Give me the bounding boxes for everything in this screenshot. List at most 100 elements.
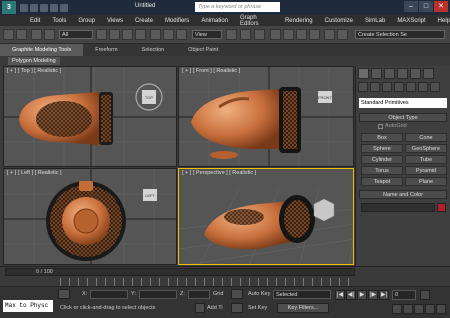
z-coordinate-field[interactable] xyxy=(188,290,210,299)
torus-button[interactable]: Torus xyxy=(361,166,403,175)
new-file-icon[interactable] xyxy=(20,3,28,12)
select-manipulate-icon[interactable] xyxy=(240,29,251,40)
viewcube-left-label[interactable]: LEFT xyxy=(145,193,155,198)
zoom-all-icon[interactable] xyxy=(403,304,413,314)
lights-icon[interactable] xyxy=(382,82,392,92)
search-input[interactable]: Type a keyword or phrase xyxy=(195,2,280,12)
tab-selection[interactable]: Selection xyxy=(130,47,177,53)
set-key-button[interactable]: Set Key xyxy=(248,305,267,311)
align-icon[interactable] xyxy=(337,29,348,40)
teapot-button[interactable]: Teapot xyxy=(361,177,403,186)
rotate-icon[interactable] xyxy=(163,29,174,40)
menu-simlab[interactable]: SimLab xyxy=(365,18,385,24)
helpers-icon[interactable] xyxy=(406,82,416,92)
autogrid-checkbox-box[interactable] xyxy=(378,123,383,129)
prev-frame-icon[interactable]: ◀| xyxy=(346,290,356,300)
box-button[interactable]: Box xyxy=(361,133,403,142)
viewport-left-label[interactable]: [ + ] [ Left ] [ Realistic ] xyxy=(7,170,62,176)
open-file-icon[interactable] xyxy=(30,3,38,12)
menu-rendering[interactable]: Rendering xyxy=(285,18,313,24)
track-bar[interactable] xyxy=(60,278,350,286)
zoom-extents-icon[interactable] xyxy=(414,304,424,314)
primitive-type-dropdown[interactable]: Standard Primitives xyxy=(359,98,447,108)
close-icon[interactable]: ✕ xyxy=(434,1,448,12)
cone-button[interactable]: Cone xyxy=(405,133,447,142)
shapes-icon[interactable] xyxy=(370,82,380,92)
window-crossing-icon[interactable] xyxy=(135,29,146,40)
utilities-tab-icon[interactable] xyxy=(423,68,434,79)
select-by-name-icon[interactable] xyxy=(109,29,120,40)
plane-button[interactable]: Plane xyxy=(405,177,447,186)
create-tab-icon[interactable] xyxy=(358,68,369,79)
goto-start-icon[interactable]: |◀ xyxy=(335,290,345,300)
snaps-toggle-icon[interactable] xyxy=(270,29,281,40)
maximize-viewport-icon[interactable] xyxy=(436,304,446,314)
pyramid-button[interactable]: Pyramid xyxy=(405,166,447,175)
maximize-icon[interactable]: □ xyxy=(419,1,433,12)
viewport-perspective[interactable]: [ + ] [ Perspective ] [ Realistic ] xyxy=(178,168,354,265)
current-frame-field[interactable]: 0 xyxy=(392,290,416,300)
time-slider[interactable]: 0 / 100 xyxy=(5,268,355,276)
rectangle-selection-icon[interactable] xyxy=(122,29,133,40)
selection-filter-dropdown[interactable]: All xyxy=(59,30,93,39)
select-object-icon[interactable] xyxy=(96,29,107,40)
autogrid-checkbox[interactable]: AutoGrid xyxy=(378,123,407,129)
viewport-front[interactable]: [ + ] [ Front ] [ Realistic ] FRONT xyxy=(178,66,354,167)
auto-key-button[interactable]: Auto Key xyxy=(248,291,270,297)
unlink-icon[interactable] xyxy=(44,29,55,40)
viewport-front-label[interactable]: [ + ] [ Front ] [ Realistic ] xyxy=(182,68,240,74)
modify-tab-icon[interactable] xyxy=(371,68,382,79)
object-name-field[interactable] xyxy=(361,203,435,212)
keyboard-shortcut-icon[interactable] xyxy=(254,29,265,40)
menu-tools[interactable]: Tools xyxy=(52,18,66,24)
display-tab-icon[interactable] xyxy=(410,68,421,79)
menu-create[interactable]: Create xyxy=(135,18,153,24)
geometry-icon[interactable] xyxy=(358,82,368,92)
next-frame-icon[interactable]: |▶ xyxy=(368,290,378,300)
key-filters-button[interactable]: Key Filters... xyxy=(277,303,329,313)
cylinder-button[interactable]: Cylinder xyxy=(361,155,403,164)
pivot-center-icon[interactable] xyxy=(226,29,237,40)
menu-edit[interactable]: Edit xyxy=(30,18,40,24)
add-time-tag-label[interactable]: Add Ti xyxy=(207,305,223,311)
object-color-swatch[interactable] xyxy=(437,203,446,212)
y-coordinate-field[interactable] xyxy=(139,290,177,299)
spinner-snap-icon[interactable] xyxy=(309,29,320,40)
hierarchy-tab-icon[interactable] xyxy=(384,68,395,79)
set-key-icon[interactable] xyxy=(231,303,243,313)
move-icon[interactable] xyxy=(150,29,161,40)
viewcube-front-label[interactable]: FRONT xyxy=(318,95,332,100)
menu-modifiers[interactable]: Modifiers xyxy=(165,18,189,24)
cameras-icon[interactable] xyxy=(394,82,404,92)
menu-graph-editors[interactable]: Graph Editors xyxy=(240,15,273,27)
redo-icon[interactable] xyxy=(60,3,68,12)
save-file-icon[interactable] xyxy=(40,3,48,12)
add-time-tag-icon[interactable] xyxy=(195,303,205,313)
viewport-top-label[interactable]: [ + ] [ Top ] [ Realistic ] xyxy=(7,68,61,74)
redo-icon[interactable] xyxy=(16,29,27,40)
time-config-icon[interactable] xyxy=(420,290,430,300)
undo-icon[interactable] xyxy=(3,29,14,40)
systems-icon[interactable] xyxy=(430,82,440,92)
app-logo-icon[interactable]: 3 xyxy=(2,1,16,14)
tab-object-paint[interactable]: Object Paint xyxy=(176,47,230,53)
key-mode-icon[interactable] xyxy=(231,289,243,299)
menu-maxscript[interactable]: MAXScript xyxy=(397,18,425,24)
viewport-top[interactable]: [ + ] [ Top ] [ Realistic ] TOP xyxy=(3,66,177,167)
minimize-icon[interactable]: – xyxy=(404,1,418,12)
space-warps-icon[interactable] xyxy=(418,82,428,92)
motion-tab-icon[interactable] xyxy=(397,68,408,79)
menu-group[interactable]: Group xyxy=(78,18,95,24)
undo-icon[interactable] xyxy=(50,3,58,12)
maxscript-listener[interactable]: Max to Physc xyxy=(3,300,53,312)
lock-selection-icon[interactable] xyxy=(58,289,70,299)
menu-views[interactable]: Views xyxy=(107,18,123,24)
object-type-rollout[interactable]: Object Type xyxy=(359,113,447,122)
reference-coordinate-dropdown[interactable]: View xyxy=(192,30,222,39)
goto-end-icon[interactable]: ▶| xyxy=(379,290,389,300)
name-and-color-rollout[interactable]: Name and Color xyxy=(359,190,447,199)
tab-graphite-modeling-tools[interactable]: Graphite Modeling Tools xyxy=(0,44,84,56)
viewport-left[interactable]: [ + ] [ Left ] [ Realistic ] LEFT xyxy=(3,168,177,265)
menu-help[interactable]: Help xyxy=(438,18,450,24)
sphere-button[interactable]: Sphere xyxy=(361,144,403,153)
